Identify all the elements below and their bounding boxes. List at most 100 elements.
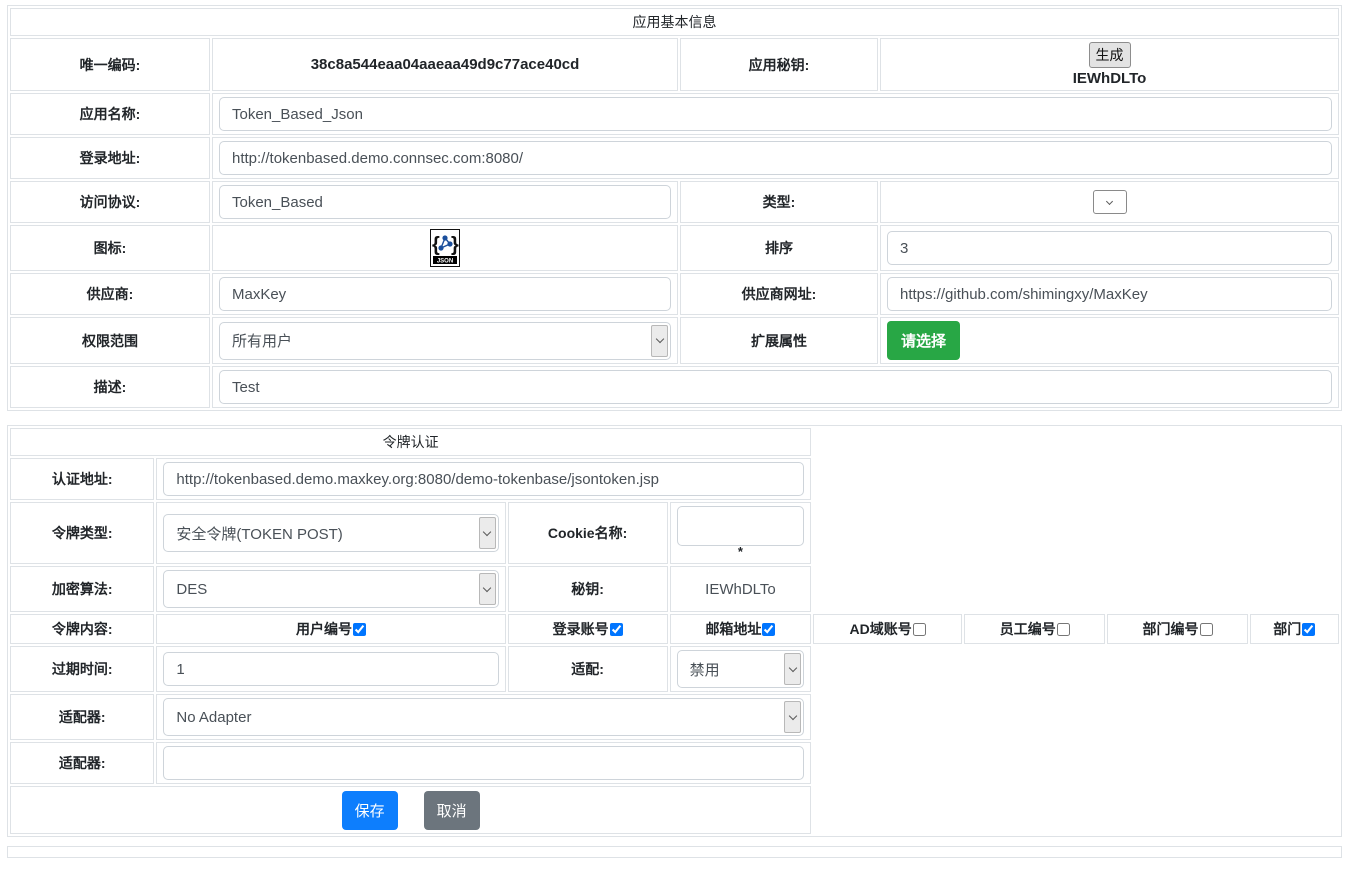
ext-attr-label: 扩展属性 xyxy=(680,317,878,364)
token-field-label: AD域账号 xyxy=(850,621,912,637)
section-title-basic: 应用基本信息 xyxy=(10,8,1339,36)
adapt-select-value: 禁用 xyxy=(690,659,720,680)
json-app-icon: { } JSON xyxy=(430,229,460,267)
app-name-label: 应用名称: xyxy=(10,93,210,135)
table-row: 权限范围 所有用户 扩展属性 请选择 xyxy=(10,317,1339,364)
svg-text:{: { xyxy=(432,234,440,256)
auth-url-label: 认证地址: xyxy=(10,458,154,500)
token-type-select-value: 安全令牌(TOKEN POST) xyxy=(176,523,342,544)
sort-input[interactable] xyxy=(887,231,1332,265)
table-row: 图标: { } xyxy=(10,225,1339,271)
type-select[interactable] xyxy=(1093,190,1127,214)
app-secret-value: IEWhDLTo xyxy=(1073,70,1147,87)
chevron-down-icon xyxy=(483,583,491,591)
save-button[interactable]: 保存 xyxy=(342,791,398,830)
token-field-label: 邮箱地址 xyxy=(705,621,761,637)
adapt-label: 适配: xyxy=(508,646,668,692)
token-field-label: 部门编号 xyxy=(1143,621,1199,637)
adapter-input-label: 适配器: xyxy=(10,742,154,784)
table-row: 保存 取消 xyxy=(10,786,1339,834)
token-field-label: 登录账号 xyxy=(553,621,609,637)
adapter-input[interactable] xyxy=(163,746,804,780)
scope-select[interactable]: 所有用户 xyxy=(219,322,671,360)
token-field-label: 用户编号 xyxy=(296,621,352,637)
auth-url-input[interactable] xyxy=(163,462,804,496)
table-row: 描述: xyxy=(10,366,1339,408)
table-row: 供应商: 供应商网址: xyxy=(10,273,1339,315)
choose-ext-attr-button[interactable]: 请选择 xyxy=(887,321,960,360)
table-row: 过期时间: 适配: 禁用 xyxy=(10,646,1339,692)
protocol-input[interactable] xyxy=(219,185,671,219)
login-url-input[interactable] xyxy=(219,141,1332,175)
table-row: 登录地址: xyxy=(10,137,1339,179)
token-type-select[interactable]: 安全令牌(TOKEN POST) xyxy=(163,514,498,552)
table-row: 适配器: xyxy=(10,742,1339,784)
chevron-down-icon xyxy=(789,663,797,671)
table-row: 应用基本信息 xyxy=(10,8,1339,36)
secret-value: IEWhDLTo xyxy=(670,566,812,612)
protocol-label: 访问协议: xyxy=(10,181,210,223)
icon-label: 图标: xyxy=(10,225,210,271)
adapt-select[interactable]: 禁用 xyxy=(677,650,805,688)
app-name-input[interactable] xyxy=(219,97,1332,131)
login-url-label: 登录地址: xyxy=(10,137,210,179)
section-title-token: 令牌认证 xyxy=(10,428,811,456)
type-label: 类型: xyxy=(680,181,878,223)
table-row: 适配器: No Adapter xyxy=(10,694,1339,740)
token-auth-table: 令牌认证 认证地址: 令牌类型: 安全令牌(TOKEN POST) Cookie… xyxy=(7,425,1342,837)
unique-code-value: 38c8a544eaa04aaeaa49d9c77ace40cd xyxy=(212,38,678,91)
required-mark: * xyxy=(677,546,805,560)
token-field-checkbox[interactable] xyxy=(913,623,926,636)
bottom-empty-panel xyxy=(7,846,1342,858)
token-field-checkbox[interactable] xyxy=(610,623,623,636)
table-row: 令牌认证 xyxy=(10,428,1339,456)
table-row: 令牌类型: 安全令牌(TOKEN POST) Cookie名称: * xyxy=(10,502,1339,564)
cookie-name-label: Cookie名称: xyxy=(508,502,668,564)
sort-label: 排序 xyxy=(680,225,878,271)
chevron-down-icon xyxy=(655,335,663,343)
scope-select-value: 所有用户 xyxy=(232,330,292,351)
cookie-name-input[interactable] xyxy=(677,506,805,546)
algorithm-label: 加密算法: xyxy=(10,566,154,612)
basic-info-table: 应用基本信息 唯一编码: 38c8a544eaa04aaeaa49d9c77ac… xyxy=(7,5,1342,411)
adapter-select[interactable]: No Adapter xyxy=(163,698,804,736)
description-input[interactable] xyxy=(219,370,1332,404)
chevron-down-icon xyxy=(483,527,491,535)
table-row: 应用名称: xyxy=(10,93,1339,135)
generate-secret-button[interactable]: 生成 xyxy=(1089,42,1131,68)
expires-input[interactable] xyxy=(163,652,498,686)
algorithm-select-value: DES xyxy=(176,581,207,598)
adapter-select-value: No Adapter xyxy=(176,709,251,726)
table-row: 唯一编码: 38c8a544eaa04aaeaa49d9c77ace40cd 应… xyxy=(10,38,1339,91)
unique-code-label: 唯一编码: xyxy=(10,38,210,91)
token-field-checkbox[interactable] xyxy=(1302,623,1315,636)
table-row: 认证地址: xyxy=(10,458,1339,500)
expires-label: 过期时间: xyxy=(10,646,154,692)
adapter-select-label: 适配器: xyxy=(10,694,154,740)
table-row: 加密算法: DES 秘钥: IEWhDLTo xyxy=(10,566,1339,612)
vendor-url-label: 供应商网址: xyxy=(680,273,878,315)
cancel-button[interactable]: 取消 xyxy=(424,791,480,830)
description-label: 描述: xyxy=(10,366,210,408)
vendor-label: 供应商: xyxy=(10,273,210,315)
token-field-checkbox[interactable] xyxy=(1200,623,1213,636)
token-field-label: 员工编号 xyxy=(1000,621,1056,637)
token-field-label: 部门 xyxy=(1273,621,1301,637)
chevron-down-icon xyxy=(1106,197,1113,204)
token-type-label: 令牌类型: xyxy=(10,502,154,564)
token-field-checkbox[interactable] xyxy=(762,623,775,636)
chevron-down-icon xyxy=(789,711,797,719)
vendor-input[interactable] xyxy=(219,277,671,311)
token-field-checkbox[interactable] xyxy=(1057,623,1070,636)
app-config-page: 应用基本信息 唯一编码: 38c8a544eaa04aaeaa49d9c77ac… xyxy=(0,0,1349,866)
token-content-label: 令牌内容: xyxy=(10,614,154,644)
table-row: 令牌内容: 用户编号 登录账号 邮箱地址 AD域账号 员工编号 部门编号 部门 xyxy=(10,614,1339,644)
app-secret-label: 应用秘钥: xyxy=(680,38,878,91)
table-row: 访问协议: 类型: xyxy=(10,181,1339,223)
vendor-url-input[interactable] xyxy=(887,277,1332,311)
token-field-checkbox[interactable] xyxy=(353,623,366,636)
secret-label: 秘钥: xyxy=(508,566,668,612)
scope-label: 权限范围 xyxy=(10,317,210,364)
algorithm-select[interactable]: DES xyxy=(163,570,498,608)
svg-text:JSON: JSON xyxy=(437,259,453,265)
